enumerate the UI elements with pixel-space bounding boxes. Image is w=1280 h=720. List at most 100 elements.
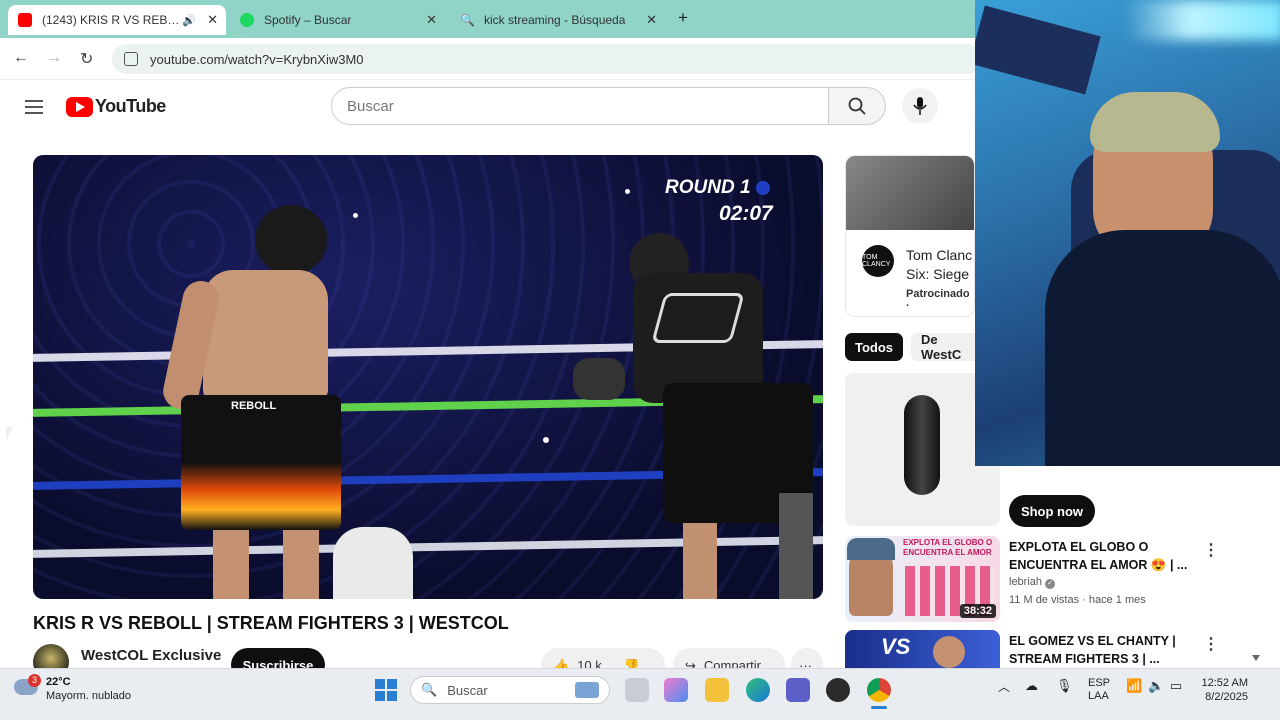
ad-banner [846, 156, 974, 230]
round-label: ROUND 1 [665, 177, 770, 199]
led-strip [1125, 0, 1280, 40]
app-icon[interactable] [826, 678, 850, 702]
ad-logo: TOM CLANCY [862, 245, 894, 277]
search-placeholder: Buscar [347, 97, 394, 115]
close-tab-icon[interactable]: ✕ [207, 12, 218, 28]
tray-overflow-icon[interactable]: ︿ [998, 678, 1010, 695]
video-thumbnail[interactable]: EXPLOTA EL GLOBO O ENCUENTRA EL AMOR 38:… [845, 536, 1000, 622]
speaker-icon[interactable]: 🔊 [182, 14, 196, 27]
recommended-video[interactable]: EXPLOTA EL GLOBO O ENCUENTRA EL AMOR 38:… [845, 536, 1265, 622]
channel-row: WestCOL Exclusive Suscribirse 👍 10 k 👎 ↪… [33, 644, 823, 682]
bing-search-icon: 🔍 [460, 13, 475, 27]
task-view-icon[interactable] [625, 678, 649, 702]
shop-now-button[interactable]: Shop now [1009, 495, 1095, 527]
more-options-icon[interactable]: ⋮ [1203, 634, 1219, 654]
file-explorer-icon[interactable] [705, 678, 729, 702]
site-info-icon[interactable] [124, 52, 138, 66]
boxer-right [573, 233, 823, 599]
video-player[interactable]: REBOLL ROUND 1 02:07 [33, 155, 823, 599]
ad-sponsor-label: Patrocinado · [906, 288, 970, 312]
voice-search-button[interactable] [902, 88, 938, 124]
tab-title: kick streaming - Búsqueda [484, 13, 626, 27]
chrome-icon[interactable] [867, 678, 891, 702]
reload-icon[interactable]: ↻ [80, 49, 93, 69]
tab-youtube[interactable]: (1243) KRIS R VS REBOLL | S 🔊 ✕ [8, 5, 226, 35]
spotify-icon [240, 13, 254, 27]
menu-icon[interactable] [25, 100, 43, 118]
channel-name[interactable]: WestCOL Exclusive [81, 647, 221, 664]
tab-spotify[interactable]: Spotify – Buscar ✕ [230, 5, 445, 35]
thumbnail-text: EXPLOTA EL GLOBO O ENCUENTRA EL AMOR [903, 538, 993, 557]
star-light [353, 213, 358, 218]
close-tab-icon[interactable]: ✕ [646, 12, 657, 28]
onedrive-icon[interactable]: ☁ [1025, 678, 1038, 694]
taskbar-search-label: Buscar [447, 682, 488, 698]
star-light [625, 189, 630, 194]
recommended-video[interactable]: VS EL GOMEZ VS EL CHANTY | STREAM FIGHTE… [845, 630, 1265, 668]
language-indicator[interactable]: ESP LAA [1088, 677, 1110, 703]
new-tab-button[interactable]: + [678, 8, 688, 28]
chrome-active-indicator [871, 706, 887, 709]
close-tab-icon[interactable]: ✕ [426, 12, 437, 28]
youtube-logo[interactable]: YouTube [66, 96, 166, 117]
microphone-icon [913, 97, 927, 115]
star-light [543, 437, 549, 443]
language-top: ESP [1088, 677, 1111, 689]
mouse-cursor [6, 427, 13, 441]
video-duration: 38:32 [959, 604, 996, 618]
clock-time: 12:52 AM [1201, 677, 1248, 689]
search-highlight-icon [575, 682, 599, 698]
youtube-icon [18, 13, 32, 27]
weather-temp: 22°C [46, 676, 71, 688]
search-icon [848, 97, 866, 115]
ad-title: Tom Clanc Six: Siege [906, 247, 973, 282]
search-icon: 🔍 [421, 682, 438, 697]
video-thumbnail[interactable]: VS [845, 630, 1000, 668]
boxer-left: REBOLL [159, 200, 343, 599]
youtube-play-icon [66, 96, 93, 117]
video-title: KRIS R VS REBOLL | STREAM FIGHTERS 3 | W… [33, 613, 509, 633]
sponsored-ad-card[interactable]: TOM CLANCY Tom Clanc Six: Siege Patrocin… [845, 155, 975, 317]
video-title: EL GOMEZ VS EL CHANTY | STREAM FIGHTERS … [1009, 634, 1176, 666]
person-hair [1090, 92, 1220, 152]
person-hoodie [1045, 230, 1280, 466]
webcam-overlay [975, 0, 1280, 466]
taskbar-search[interactable]: 🔍 Buscar [410, 676, 610, 704]
clock-date: 8/2/2025 [1205, 691, 1248, 703]
thumbnail-text: VS [881, 634, 911, 659]
verified-icon: ✓ [1045, 579, 1056, 589]
tab-title: Spotify – Buscar [264, 13, 352, 27]
shorts-label: REBOLL [231, 400, 277, 412]
tab-title: (1243) KRIS R VS REBOLL | S [42, 13, 182, 27]
back-arrow-icon[interactable]: ← [13, 49, 29, 67]
search-button[interactable] [828, 87, 886, 125]
address-bar[interactable]: youtube.com/watch?v=KrybnXiw3M0 [112, 44, 982, 74]
copilot-icon[interactable] [664, 678, 688, 702]
language-bottom: LAA [1088, 690, 1109, 702]
microphone-tray-icon[interactable]: 🎙 [1056, 678, 1073, 694]
speaker-product [904, 395, 940, 495]
desk-object [975, 5, 1101, 95]
battery-icon[interactable]: ▭ [1170, 678, 1182, 694]
volume-icon[interactable]: 🔈 [1148, 678, 1164, 694]
start-button[interactable] [375, 679, 397, 701]
edge-icon[interactable] [746, 678, 770, 702]
url-text: youtube.com/watch?v=KrybnXiw3M0 [150, 51, 364, 67]
clock[interactable]: 12:52 AM 8/2/2025 [1198, 676, 1248, 704]
round-timer: 02:07 [719, 202, 773, 225]
chip-from-channel[interactable]: De WestC [911, 333, 975, 361]
video-channel: lebriah ✓ [1009, 576, 1056, 589]
video-meta: 11 M de vistas · hace 1 mes [1009, 594, 1146, 606]
boxing-glove [573, 358, 625, 400]
more-options-icon[interactable]: ⋮ [1203, 540, 1219, 560]
forward-arrow-icon[interactable]: → [46, 49, 62, 67]
weather-desc: Mayorm. nublado [46, 690, 131, 702]
scrollbar-down-arrow[interactable] [1252, 655, 1260, 661]
wifi-icon[interactable]: 📶 [1126, 678, 1142, 694]
chip-all[interactable]: Todos [845, 333, 904, 361]
search-input[interactable]: Buscar [331, 87, 829, 125]
weather-badge: 3 [28, 674, 41, 687]
teams-icon[interactable] [786, 678, 810, 702]
tab-bing-search[interactable]: 🔍 kick streaming - Búsqueda ✕ [450, 5, 665, 35]
video-title: EXPLOTA EL GLOBO O ENCUENTRA EL AMOR 😍 |… [1009, 540, 1188, 572]
